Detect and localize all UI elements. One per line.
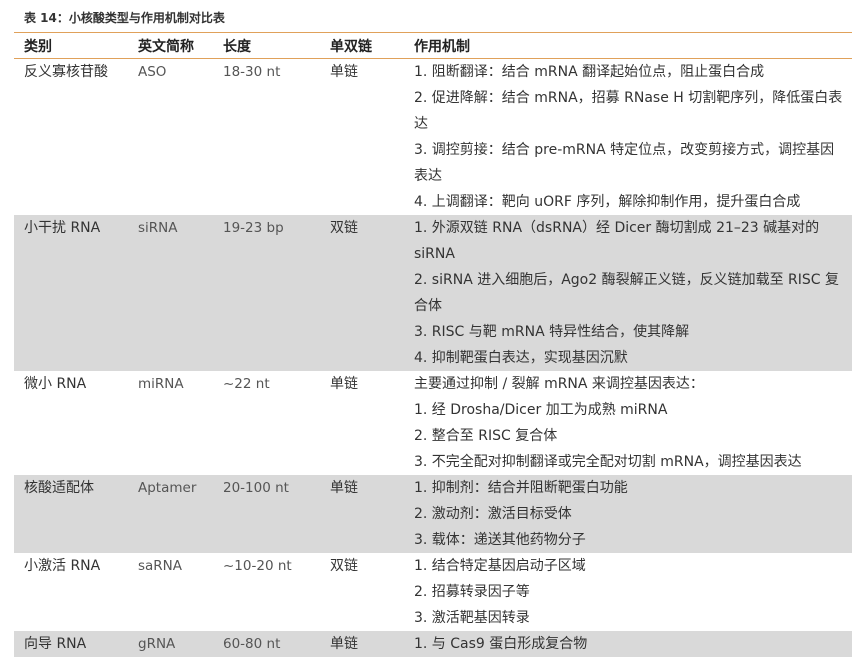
- mechanism-item: 1. 阻断翻译：结合 mRNA 翻译起始位点，阻止蛋白合成: [414, 64, 765, 80]
- row-category: 反义寡核苷酸: [24, 64, 108, 80]
- row-abbr: saRNA: [138, 558, 183, 574]
- mechanism-item: 4. 抑制靶蛋白表达，实现基因沉默: [414, 350, 628, 366]
- row-mechanism: 1. 结合特定基因启动子区域 2. 招募转录因子等 3. 激活靶基因转录: [414, 553, 852, 631]
- mechanism-item: 主要通过抑制 / 裂解 mRNA 来调控基因表达：: [414, 376, 704, 392]
- row-strand: 单链: [330, 475, 414, 553]
- mechanism-item: 1. 外源双链 RNA（dsRNA）经 Dicer 酶切割成 21–23 碱基对…: [414, 220, 820, 262]
- mechanism-item: 1. 经 Drosha/Dicer 加工为成熟 miRNA: [414, 402, 668, 418]
- row-category: 小激活 RNA: [24, 558, 101, 574]
- mechanism-item: 3. 不完全配对抑制翻译或完全配对切割 mRNA，调控基因表达: [414, 454, 802, 470]
- row-strand: 单链: [330, 64, 358, 80]
- header-strand: 单双链: [330, 33, 414, 59]
- table-caption: 表 14：小核酸类型与作用机制对比表: [24, 11, 225, 25]
- mechanism-item: 1. 与 Cas9 蛋白形成复合物: [414, 636, 588, 652]
- row-abbr: gRNA: [138, 631, 223, 657]
- mechanism-item: 2. siRNA 进入细胞后，Ago2 酶裂解正义链，反义链加载至 RISC 复…: [414, 272, 840, 314]
- mechanism-item: 1. 抑制剂：结合并阻断靶蛋白功能: [414, 480, 628, 496]
- table-row: 反义寡核苷酸 ASO 18-30 nt 单链 1. 阻断翻译：结合 mRNA 翻译起始位…: [14, 59, 852, 216]
- table-row: 小干扰 RNA siRNA 19-23 bp 双链 1. 外源双链 RNA（dsRNA）…: [14, 215, 852, 371]
- row-length: ~22 nt: [223, 376, 270, 392]
- row-mechanism: 1. 外源双链 RNA（dsRNA）经 Dicer 酶切割成 21–23 碱基对…: [414, 215, 852, 371]
- header-abbr: 英文简称: [138, 33, 223, 59]
- mechanism-item: 4. 上调翻译：靶向 uORF 序列，解除抑制作用，提升蛋白合成: [414, 194, 801, 210]
- header-length: 长度: [223, 33, 330, 59]
- mechanism-item: 3. RISC 与靶 mRNA 特异性结合，使其降解: [414, 324, 690, 340]
- row-category: 核酸适配体: [14, 475, 138, 553]
- table-row: 向导 RNA gRNA 60-80 nt 单链 1. 与 Cas9 蛋白形成复合物: [14, 631, 852, 657]
- mechanism-item: 2. 促进降解：结合 mRNA，招募 RNase H 切割靶序列，降低蛋白表达: [414, 90, 843, 132]
- row-category: 微小 RNA: [24, 376, 87, 392]
- header-row: 类别 英文简称 长度 单双链 作用机制: [14, 33, 852, 59]
- table-row: 微小 RNA miRNA ~22 nt 单链 主要通过抑制 / 裂解 mRNA 来调控基…: [14, 371, 852, 475]
- row-strand: 双链: [330, 558, 358, 574]
- row-mechanism: 主要通过抑制 / 裂解 mRNA 来调控基因表达： 1. 经 Drosha/Dic…: [414, 371, 852, 475]
- mechanism-item: 3. 激活靶基因转录: [414, 610, 530, 626]
- mechanism-item: 2. 招募转录因子等: [414, 584, 530, 600]
- mechanism-item: 3. 载体：递送其他药物分子: [414, 532, 586, 548]
- mechanism-item: 2. 整合至 RISC 复合体: [414, 428, 558, 444]
- table-row: 小激活 RNA saRNA ~10-20 nt 双链 1. 结合特定基因启动子区域 2. …: [14, 553, 852, 631]
- header-mechanism: 作用机制: [414, 33, 852, 59]
- row-length: 60-80 nt: [223, 631, 330, 657]
- mechanism-item: 1. 结合特定基因启动子区域: [414, 558, 586, 574]
- row-length: 19-23 bp: [223, 215, 330, 371]
- mechanism-item: 2. 激动剂：激活目标受体: [414, 506, 572, 522]
- row-length: ~10-20 nt: [223, 558, 292, 574]
- row-mechanism: 1. 抑制剂：结合并阻断靶蛋白功能 2. 激动剂：激活目标受体 3. 载体：递送其他…: [414, 475, 852, 553]
- row-strand: 单链: [330, 631, 414, 657]
- row-mechanism: 1. 阻断翻译：结合 mRNA 翻译起始位点，阻止蛋白合成 2. 促进降解：结合 …: [414, 59, 852, 216]
- comparison-table: 类别 英文简称 长度 单双链 作用机制 反义寡核苷酸 ASO 18-30 nt 单链 1…: [14, 33, 852, 657]
- row-category: 向导 RNA: [14, 631, 138, 657]
- mechanism-item: 3. 调控剪接：结合 pre-mRNA 特定位点，改变剪接方式，调控基因表达: [414, 142, 835, 184]
- header-category: 类别: [14, 33, 138, 59]
- row-length: 20-100 nt: [223, 475, 330, 553]
- row-category: 小干扰 RNA: [14, 215, 138, 371]
- row-abbr: Aptamer: [138, 475, 223, 553]
- table-row: 核酸适配体 Aptamer 20-100 nt 单链 1. 抑制剂：结合并阻断靶蛋白功能…: [14, 475, 852, 553]
- row-strand: 双链: [330, 215, 414, 371]
- row-abbr: ASO: [138, 64, 167, 80]
- row-strand: 单链: [330, 376, 358, 392]
- table-body: 反义寡核苷酸 ASO 18-30 nt 单链 1. 阻断翻译：结合 mRNA 翻译起始位…: [14, 59, 852, 657]
- row-abbr: miRNA: [138, 376, 184, 392]
- row-mechanism: 1. 与 Cas9 蛋白形成复合物: [414, 631, 852, 657]
- row-abbr: siRNA: [138, 215, 223, 371]
- row-length: 18-30 nt: [223, 64, 281, 80]
